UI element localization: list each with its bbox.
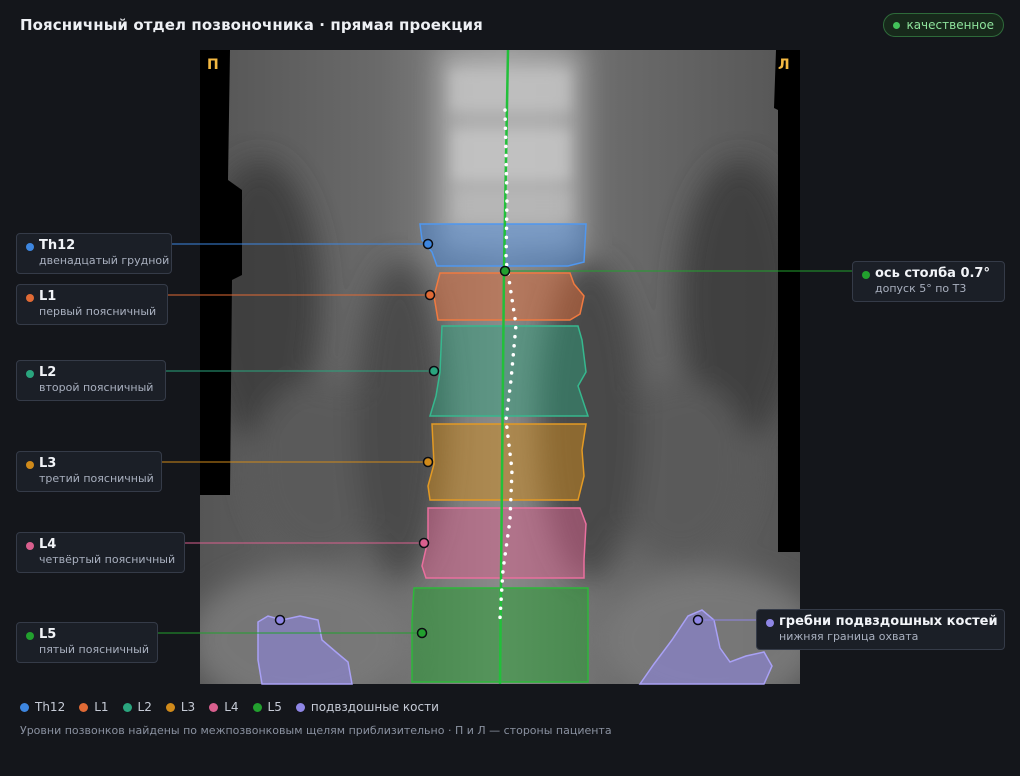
label-iliac-name: гребни подвздошных костей (779, 614, 998, 629)
anchor-l3 (422, 456, 434, 468)
legend-item-iliac[interactable]: подвздошные кости (295, 700, 439, 714)
anchor-th12 (422, 238, 434, 250)
legend-l4-dot-icon (209, 702, 219, 712)
anchor-l1 (424, 289, 436, 301)
legend-item-th12[interactable]: Th12 (20, 700, 65, 714)
anchor-iliac-right (692, 614, 704, 626)
patient-right-marker: П (207, 57, 219, 73)
label-l2[interactable]: L2 второй поясничный (16, 360, 166, 401)
label-th12-sub: двенадцатый грудной (39, 254, 170, 267)
anchor-l5 (416, 627, 428, 639)
legend-l3-label: L3 (180, 700, 196, 714)
legend-item-l2[interactable]: L2 (122, 700, 152, 714)
label-l1-sub: первый поясничный (39, 305, 157, 318)
legend-l5-label: L5 (267, 700, 282, 714)
th12-dot-icon (26, 243, 34, 251)
l1-dot-icon (26, 294, 34, 302)
anchor-l4 (418, 537, 430, 549)
legend-l5-dot-icon (252, 702, 262, 712)
vertebra-l1 (433, 272, 585, 321)
vertebra-l2 (428, 325, 590, 417)
anchor-axis (499, 265, 511, 277)
label-l3-name: L3 (39, 456, 57, 471)
legend-th12-label: Th12 (35, 700, 66, 714)
label-iliac-sub: нижняя граница охвата (779, 630, 919, 643)
l5-dot-icon (26, 632, 34, 640)
l3-dot-icon (26, 461, 34, 469)
label-l2-sub: второй поясничный (39, 381, 154, 394)
label-l5[interactable]: L5 пятый поясничный (16, 622, 158, 663)
anchor-l2 (428, 365, 440, 377)
label-th12[interactable]: Th12 двенадцатый грудной (16, 233, 172, 274)
label-axis-name: ось столба 0.7° (875, 266, 990, 281)
label-l4-sub: четвёртый поясничный (39, 553, 176, 566)
anchor-iliac-left (274, 614, 286, 626)
legend: Th12 L1 L2 L3 L4 L5 подвздошные кости (20, 700, 439, 714)
legend-item-l4[interactable]: L4 (209, 700, 239, 714)
patient-left-marker: Л (778, 57, 790, 73)
legend-l1-label: L1 (94, 700, 109, 714)
footnote: Уровни позвонков найдены по межпозвонков… (20, 724, 612, 737)
legend-item-l1[interactable]: L1 (79, 700, 109, 714)
label-th12-name: Th12 (39, 238, 76, 253)
legend-iliac-label: подвздошные кости (310, 700, 439, 714)
legend-th12-dot-icon (20, 702, 29, 712)
legend-l3-dot-icon (165, 702, 175, 712)
label-axis-sub: допуск 5° по Т3 (875, 282, 967, 295)
label-l5-name: L5 (39, 627, 57, 642)
vertebra-l4 (421, 507, 587, 579)
legend-l4-label: L4 (224, 700, 239, 714)
label-l4[interactable]: L4 четвёртый поясничный (16, 532, 185, 573)
label-l3-sub: третий поясничный (39, 472, 154, 485)
iliac-dot-icon (766, 619, 774, 627)
label-l1-name: L1 (39, 289, 57, 304)
label-axis[interactable]: ось столба 0.7° допуск 5° по Т3 (852, 261, 1005, 302)
label-l4-name: L4 (39, 537, 57, 552)
label-l1[interactable]: L1 первый поясничный (16, 284, 168, 325)
label-iliac[interactable]: гребни подвздошных костей нижняя граница… (756, 609, 1005, 650)
label-l2-name: L2 (39, 365, 57, 380)
l4-dot-icon (26, 542, 34, 550)
legend-iliac-dot-icon (295, 702, 305, 712)
legend-l2-dot-icon (122, 702, 132, 712)
label-l5-sub: пятый поясничный (39, 643, 149, 656)
axis-dot-icon (862, 271, 870, 279)
label-l3[interactable]: L3 третий поясничный (16, 451, 162, 492)
legend-item-l5[interactable]: L5 (252, 700, 282, 714)
l2-dot-icon (26, 370, 34, 378)
legend-l2-label: L2 (137, 700, 152, 714)
legend-item-l3[interactable]: L3 (165, 700, 196, 714)
legend-l1-dot-icon (79, 702, 89, 712)
